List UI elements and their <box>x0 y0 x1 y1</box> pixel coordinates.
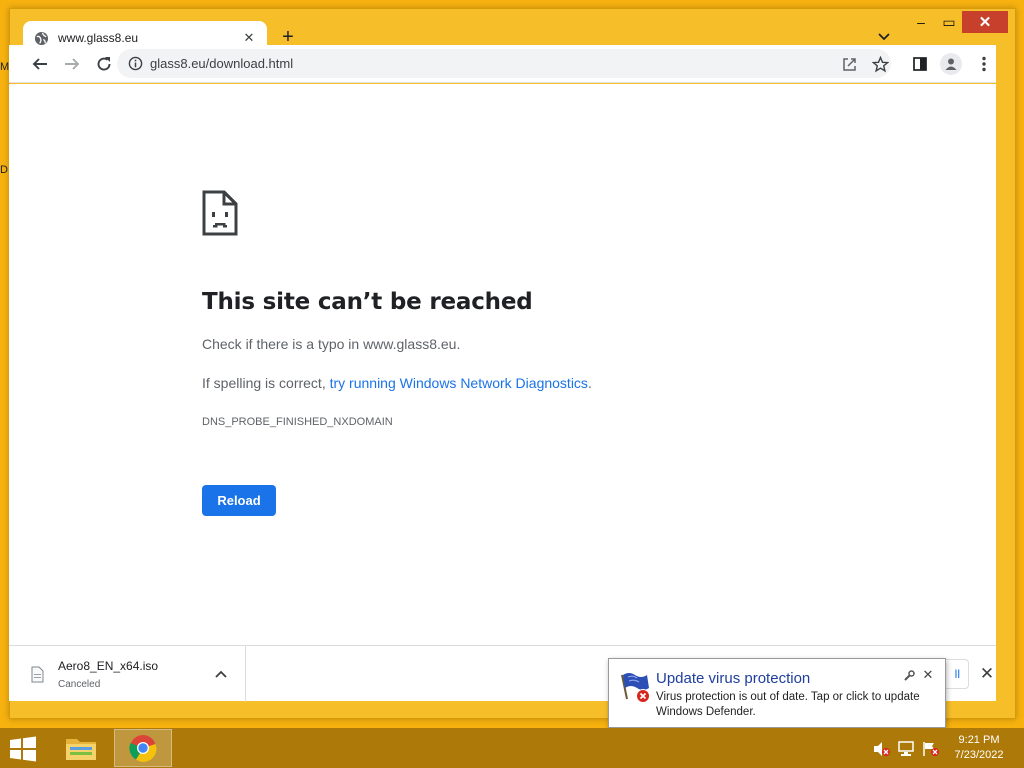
address-bar[interactable]: glass8.eu/download.html <box>117 49 891 78</box>
share-icon[interactable] <box>838 53 860 75</box>
start-windows-icon[interactable] <box>8 736 40 762</box>
error-typo-hint: Check if there is a typo in www.glass8.e… <box>202 336 461 352</box>
taskbar-clock[interactable]: 9:21 PM 7/23/2022 <box>944 733 1014 763</box>
close-window-button[interactable]: ✕ <box>962 11 1008 33</box>
globe-icon <box>33 30 49 46</box>
side-panel-icon[interactable] <box>909 53 931 75</box>
forward-arrow-icon[interactable] <box>61 53 83 75</box>
diagnostics-suffix: . <box>587 375 592 391</box>
error-diagnostics-line: If spelling is correct, try running Wind… <box>202 375 592 391</box>
minimize-button[interactable]: ‒ <box>908 11 934 33</box>
reload-button[interactable]: Reload <box>202 485 276 516</box>
clock-date: 7/23/2022 <box>954 749 1004 761</box>
error-title: This site can’t be reached <box>202 289 533 315</box>
file-explorer-taskbar-icon[interactable] <box>52 729 110 767</box>
notification-body: Virus protection is out of date. Tap or … <box>656 691 920 718</box>
kebab-menu-icon[interactable] <box>973 53 995 75</box>
download-item[interactable]: Aero8_EN_x64.iso Canceled <box>9 646 246 702</box>
profile-avatar-icon[interactable] <box>940 53 962 75</box>
file-icon <box>31 666 44 683</box>
download-status: Canceled <box>58 679 101 690</box>
speaker-muted-icon[interactable] <box>873 740 891 758</box>
chrome-taskbar-icon[interactable] <box>114 729 172 767</box>
sad-document-icon <box>202 190 238 236</box>
defender-notification[interactable]: Update virus protection Virus protection… <box>608 658 946 728</box>
action-center-flag-icon[interactable] <box>922 740 940 758</box>
download-file-name: Aero8_EN_x64.iso <box>58 659 159 673</box>
tab-title: www.glass8.eu <box>58 31 139 45</box>
wrench-settings-icon[interactable] <box>902 669 916 683</box>
defender-flag-icon <box>619 669 653 703</box>
notification-title: Update virus protection <box>656 670 811 687</box>
error-page: This site can’t be reached Check if ther… <box>9 84 996 645</box>
notification-close-icon[interactable]: ✕ <box>921 667 935 683</box>
network-icon[interactable] <box>897 740 915 758</box>
browser-toolbar: glass8.eu/download.html <box>9 45 996 83</box>
chevron-up-icon[interactable] <box>213 666 229 682</box>
back-arrow-icon[interactable] <box>29 53 51 75</box>
info-icon[interactable] <box>127 55 144 72</box>
desktop-edge-label: D <box>0 164 8 176</box>
taskbar: 9:21 PM 7/23/2022 <box>0 728 1024 768</box>
diagnostics-prefix: If spelling is correct, <box>202 375 330 391</box>
network-diagnostics-link[interactable]: try running Windows Network Diagnostics <box>330 375 588 391</box>
tab-close-icon[interactable]: ✕ <box>241 30 257 46</box>
reload-icon[interactable] <box>93 53 115 75</box>
desktop-edge-label: M <box>0 61 10 73</box>
bookmark-star-icon[interactable] <box>869 53 891 75</box>
tab-search-chevron-icon[interactable] <box>874 27 894 47</box>
close-shelf-icon[interactable]: ✕ <box>977 664 997 684</box>
error-code: DNS_PROBE_FINISHED_NXDOMAIN <box>202 416 393 428</box>
maximize-button[interactable]: ▭ <box>936 11 962 33</box>
clock-time: 9:21 PM <box>958 734 1000 746</box>
url-text[interactable]: glass8.eu/download.html <box>150 56 293 71</box>
